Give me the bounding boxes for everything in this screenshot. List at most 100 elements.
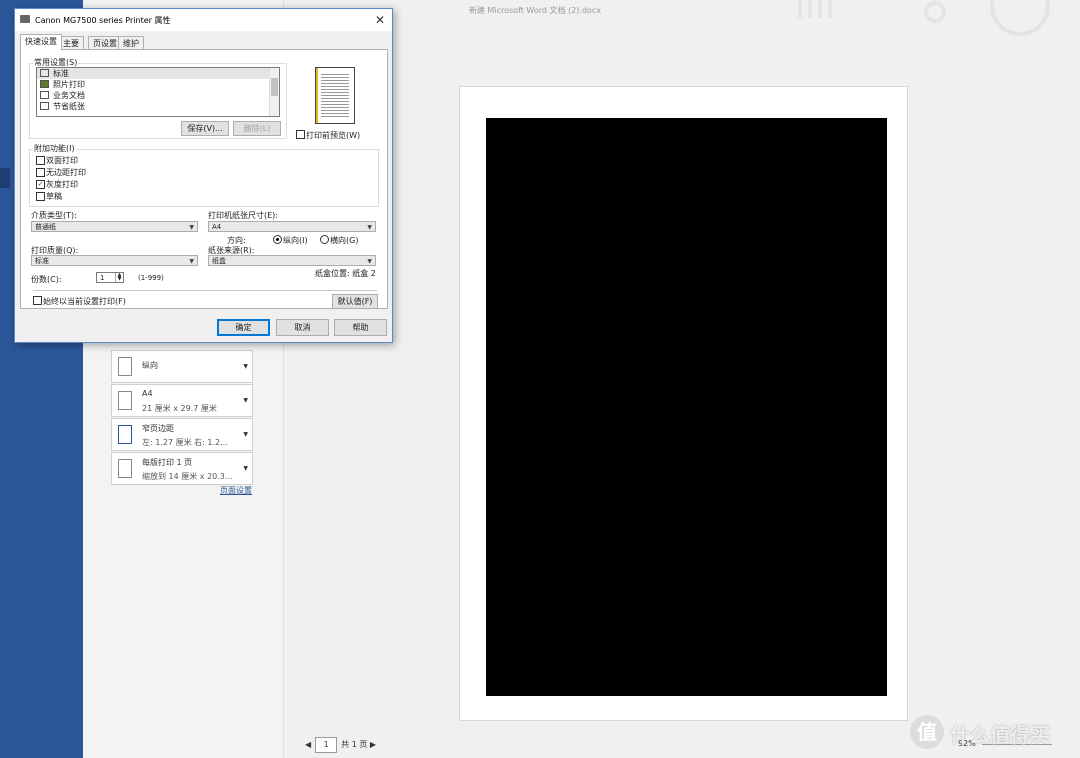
pages-per-sheet-icon [118, 459, 132, 478]
margins-name: 窄页边距 [142, 424, 174, 433]
list-item[interactable]: 节省纸张 [37, 101, 279, 112]
defaults-button[interactable]: 默认值(F) [332, 294, 378, 309]
paper-size-value: A4 [212, 223, 222, 231]
next-page-icon[interactable]: ▶ [370, 740, 376, 749]
tab-maintenance[interactable]: 维护 [118, 36, 144, 50]
duplex-checkbox[interactable] [36, 156, 45, 165]
duplex-label: 双面打印 [46, 156, 78, 165]
grayscale-label: 灰度打印 [46, 180, 78, 189]
common-settings-list[interactable]: 标准 照片打印 业务文档 节省纸张 [36, 67, 280, 117]
watermark-text: 什么值得买 [950, 723, 1050, 747]
tab-quick-setup[interactable]: 快速设置 [20, 34, 62, 50]
copies-label: 份数(C): [31, 275, 62, 284]
list-item[interactable]: 照片打印 [37, 79, 279, 90]
copies-range: (1-999) [138, 274, 164, 282]
print-preview-thumbnail [315, 67, 355, 124]
list-scrollbar[interactable] [269, 68, 279, 116]
divider [33, 290, 377, 291]
ok-button[interactable]: 确定 [217, 319, 270, 336]
margins-setting[interactable]: 窄页边距 左: 1.27 厘米 右: 1.2... ▼ [111, 418, 253, 451]
paper-size-label: 打印机纸张尺寸(E): [208, 211, 278, 220]
document-icon [40, 91, 49, 99]
portrait-radio[interactable] [273, 235, 282, 244]
list-item-label: 照片打印 [53, 80, 85, 89]
sidebar-selected-indicator [0, 168, 10, 188]
window-title: 新建 Microsoft Word 文档 (2).docx [468, 6, 602, 15]
borderless-checkbox[interactable] [36, 168, 45, 177]
additional-features-group [29, 149, 379, 207]
paper-source-select[interactable]: 纸盒 ▼ [208, 255, 376, 266]
preview-before-print-label: 打印前预览(W) [306, 131, 361, 140]
photo-icon [40, 80, 49, 88]
paper-icon [118, 391, 132, 410]
margins-icon [118, 425, 132, 444]
grayscale-checkbox[interactable]: ✓ [36, 180, 45, 189]
paper-saving-icon [40, 102, 49, 110]
dialog-titlebar: Canon MG7500 series Printer 属性 ✕ [15, 9, 392, 31]
title-decoration [798, 0, 1050, 36]
standard-icon [40, 69, 49, 77]
delete-button[interactable]: 删除(L) [233, 121, 281, 136]
paper-size-name: A4 [142, 389, 153, 398]
scale-to-values: 缩放到 14 厘米 x 20.3... [142, 472, 233, 481]
list-item[interactable]: 业务文档 [37, 90, 279, 101]
chevron-down-icon: ▼ [243, 363, 248, 370]
always-print-label: 始终以当前设置打印(F) [43, 297, 126, 306]
pages-per-sheet-setting[interactable]: 每版打印 1 页 缩放到 14 厘米 x 20.3... ▼ [111, 452, 253, 485]
chevron-down-icon: ▼ [243, 465, 248, 472]
list-item-label: 节省纸张 [53, 102, 85, 111]
prev-page-icon[interactable]: ◀ [305, 740, 311, 749]
preview-before-print-checkbox[interactable] [296, 130, 305, 139]
landscape-radio[interactable] [320, 235, 329, 244]
portrait-label: 纵向(I) [283, 236, 308, 245]
page-navigator: ◀ 1 共 1 页 ▶ [305, 737, 376, 753]
chevron-down-icon: ▼ [189, 258, 194, 265]
paper-size-setting[interactable]: A4 21 厘米 x 29.7 厘米 ▼ [111, 384, 253, 417]
list-item-label: 标准 [53, 69, 69, 78]
paper-size-dims: 21 厘米 x 29.7 厘米 [142, 404, 217, 413]
borderless-label: 无边距打印 [46, 168, 86, 177]
printer-icon [20, 15, 30, 23]
print-quality-select[interactable]: 标准 ▼ [31, 255, 198, 266]
always-print-checkbox[interactable] [33, 296, 42, 305]
chevron-down-icon: ▼ [243, 431, 248, 438]
additional-features-label: 附加功能(I) [33, 143, 76, 154]
tab-page-setup[interactable]: 页设置 [88, 36, 122, 50]
help-button[interactable]: 帮助 [334, 319, 387, 336]
draft-label: 草稿 [46, 192, 62, 201]
list-item[interactable]: 标准 [37, 68, 279, 79]
thumbnail-lines [321, 74, 349, 118]
media-type-label: 介质类型(T): [31, 211, 77, 220]
page-number-input[interactable]: 1 [315, 737, 338, 753]
print-quality-value: 标准 [35, 257, 49, 265]
orientation-value: 纵向 [142, 361, 158, 370]
paper-size-select[interactable]: A4 ▼ [208, 221, 376, 232]
preview-content [486, 118, 887, 696]
save-button[interactable]: 保存(V)... [181, 121, 229, 136]
printer-properties-dialog: Canon MG7500 series Printer 属性 ✕ 快速设置 主要… [14, 8, 393, 343]
media-type-select[interactable]: 普通纸 ▼ [31, 221, 198, 232]
paper-position: 纸盒位置: 纸盒 2 [315, 269, 376, 278]
page-total: 共 1 页 [341, 740, 368, 749]
page-setup-link[interactable]: 页面设置 [220, 485, 252, 496]
chevron-down-icon: ▼ [189, 224, 194, 231]
pages-per-sheet-name: 每版打印 1 页 [142, 458, 193, 467]
scrollbar-thumb[interactable] [271, 78, 278, 96]
copies-spinner[interactable]: 1 ▲ ▼ [96, 272, 124, 283]
chevron-down-icon: ▼ [367, 258, 372, 265]
close-icon[interactable]: ✕ [372, 12, 388, 28]
copies-value: 1 [100, 274, 105, 282]
spinner-arrows-icon[interactable]: ▲ ▼ [115, 273, 123, 282]
cancel-button[interactable]: 取消 [276, 319, 329, 336]
watermark-logo: 值 [910, 715, 944, 749]
media-type-value: 普通纸 [35, 223, 56, 231]
chevron-down-icon: ▼ [243, 397, 248, 404]
dialog-title: Canon MG7500 series Printer 属性 [35, 16, 171, 25]
portrait-page-icon [118, 357, 132, 376]
chevron-down-icon: ▼ [367, 224, 372, 231]
list-item-label: 业务文档 [53, 91, 85, 100]
paper-source-value: 纸盒 [212, 257, 226, 265]
orientation-setting[interactable]: 纵向 ▼ [111, 350, 253, 383]
margins-values: 左: 1.27 厘米 右: 1.2... [142, 438, 228, 447]
draft-checkbox[interactable] [36, 192, 45, 201]
